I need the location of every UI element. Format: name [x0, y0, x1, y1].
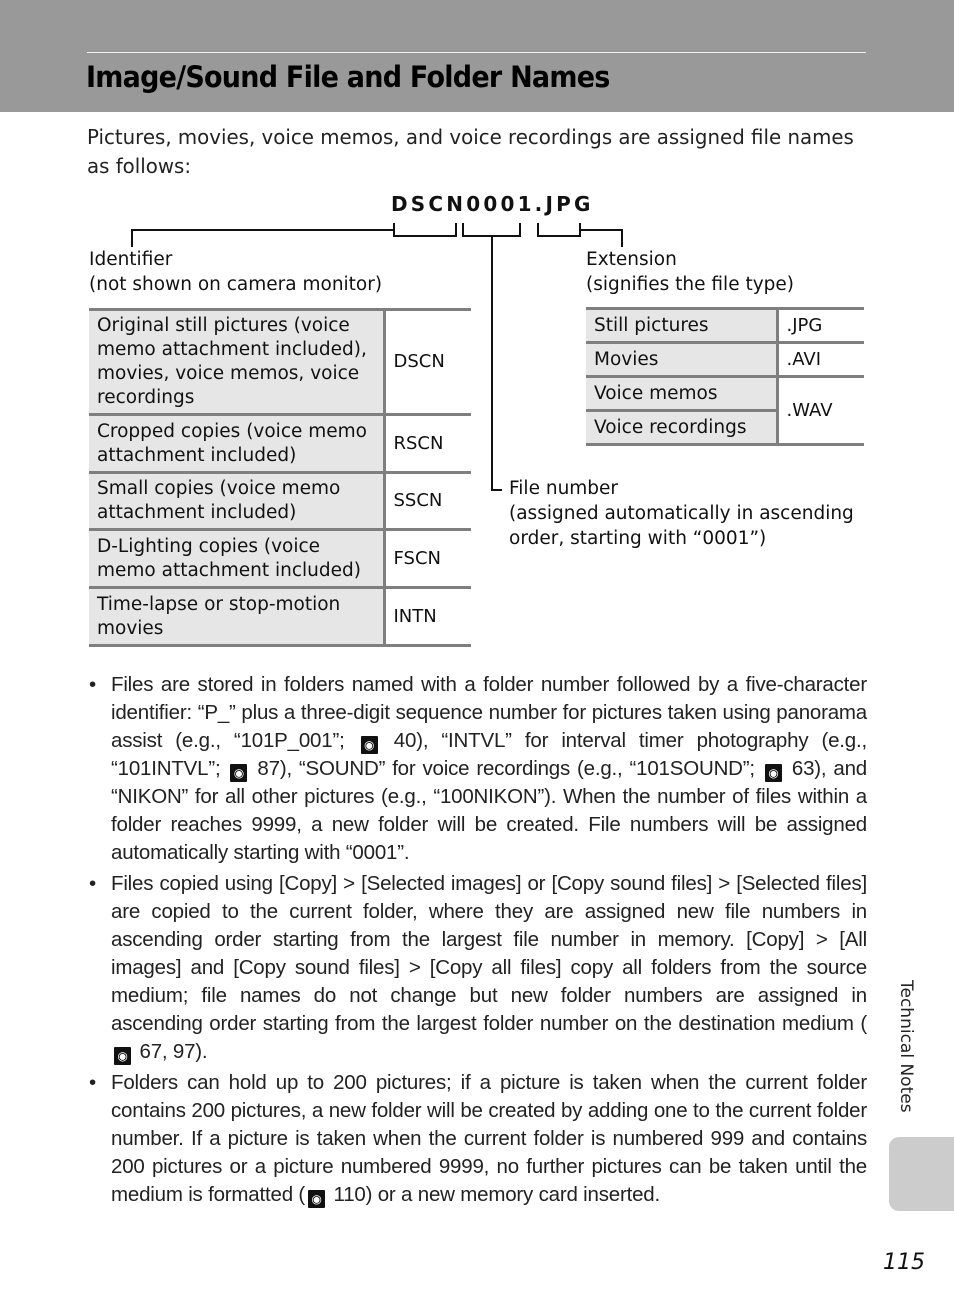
row-code: .WAV	[777, 375, 864, 446]
page-number: 115	[883, 1250, 925, 1275]
identifier-note: (not shown on camera monitor)	[89, 274, 383, 295]
file-number-title: File number	[509, 478, 619, 499]
table-row: Small copies (voice memo attachment incl…	[89, 471, 471, 531]
table-row: Time-lapse or stop-motion movies INTN	[89, 586, 471, 647]
identifier-label: Identifier (not shown on camera monitor)	[89, 247, 382, 297]
identifier-title: Identifier	[89, 249, 173, 270]
file-number-note-2: order, starting with “0001”)	[509, 528, 767, 549]
header-rule	[87, 52, 866, 53]
table-row: Cropped copies (voice memo attachment in…	[89, 413, 471, 474]
extension-note: (signifies the file type)	[586, 274, 794, 295]
row-description: Still pictures	[586, 307, 779, 344]
section-side-label: Technical Notes	[896, 980, 916, 1113]
page-reference-eye-icon: ◉	[230, 764, 248, 782]
row-description: D-Lighting copies (voice memo attachment…	[89, 528, 386, 589]
row-code: SSCN	[384, 471, 471, 531]
intro-paragraph: Pictures, movies, voice memos, and voice…	[87, 125, 854, 178]
page-reference-eye-icon: ◉	[360, 736, 378, 754]
table-row: D-Lighting copies (voice memo attachment…	[89, 528, 471, 589]
header-band	[0, 0, 954, 112]
list-item: • Folders can hold up to 200 pictures; i…	[87, 1069, 867, 1209]
row-description: Cropped copies (voice memo attachment in…	[89, 413, 386, 474]
file-number-leader	[491, 236, 502, 491]
section-thumb-tab	[889, 1137, 954, 1211]
row-description: Voice memos	[586, 375, 779, 412]
row-description: Voice recordings	[586, 409, 779, 446]
file-number-bracket	[462, 223, 521, 237]
example-filename: DSCN0001.JPG	[391, 192, 594, 216]
row-code: RSCN	[384, 413, 471, 474]
row-code: FSCN	[384, 528, 471, 589]
row-description: Original still pictures (voice memo atta…	[89, 308, 386, 416]
table-row: Still pictures .JPG	[586, 307, 864, 344]
identifier-bracket	[393, 223, 457, 237]
bullet-text: 87), “SOUND” for voice recordings (e.g.,…	[250, 757, 762, 780]
extension-label: Extension (signifies the file type)	[586, 247, 794, 297]
file-number-label: File number (assigned automatically in a…	[509, 476, 854, 551]
bullet-icon: •	[89, 1071, 96, 1094]
page-reference-eye-icon: ◉	[308, 1190, 326, 1208]
extension-bracket	[537, 223, 581, 237]
bullet-text: 110) or a new memory card inserted.	[328, 1183, 661, 1206]
row-description: Movies	[586, 341, 779, 378]
table-row: Original still pictures (voice memo atta…	[89, 308, 471, 416]
identifier-table: Original still pictures (voice memo atta…	[89, 308, 471, 647]
page-title: Image/Sound File and Folder Names	[86, 60, 610, 94]
row-description: Small copies (voice memo attachment incl…	[89, 471, 386, 531]
bullet-icon: •	[89, 872, 96, 895]
row-code: .AVI	[777, 341, 864, 378]
row-code: DSCN	[384, 308, 471, 416]
row-description: Time-lapse or stop-motion movies	[89, 586, 386, 647]
row-code: .JPG	[777, 307, 864, 344]
page-reference-eye-icon: ◉	[114, 1047, 131, 1065]
extension-table: Still pictures .JPG Movies .AVI Voice me…	[586, 307, 864, 446]
bullet-text: 67, 97).	[134, 1040, 208, 1063]
table-row: Voice memos .WAV	[586, 375, 864, 446]
table-row: Movies .AVI	[586, 341, 864, 378]
page-reference-eye-icon: ◉	[764, 764, 782, 782]
notes-list: • Files are stored in folders named with…	[87, 671, 867, 1212]
extension-leader	[580, 229, 623, 247]
extension-title: Extension	[586, 249, 677, 270]
list-item: • Files are stored in folders named with…	[87, 671, 867, 867]
file-number-note-1: (assigned automatically in ascending	[509, 503, 854, 524]
bullet-text: Files copied using [Copy] > [Selected im…	[111, 872, 867, 1035]
list-item: • Files copied using [Copy] > [Selected …	[87, 870, 867, 1066]
identifier-leader	[131, 229, 394, 247]
bullet-icon: •	[89, 673, 96, 696]
row-code: INTN	[384, 586, 471, 647]
